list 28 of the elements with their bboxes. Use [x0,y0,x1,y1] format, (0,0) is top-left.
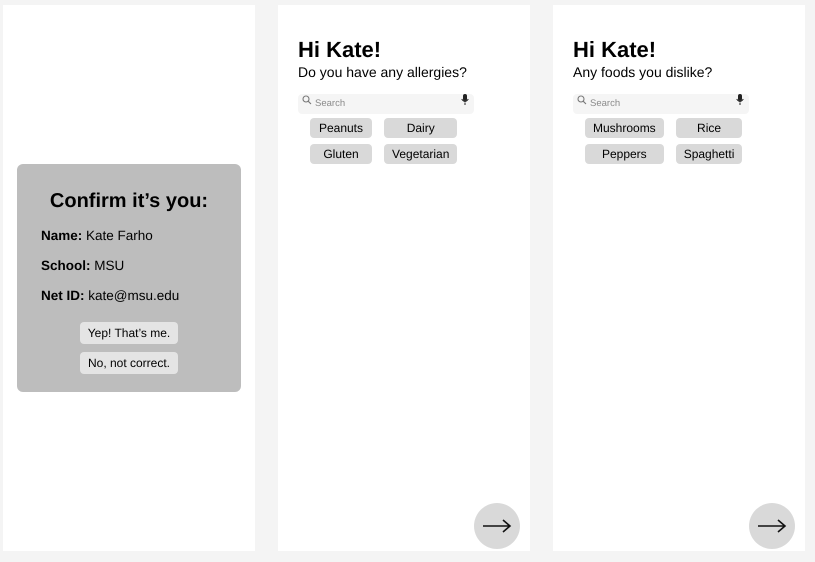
confirm-button[interactable]: No, not correct. [80,352,178,374]
microphone-icon[interactable] [461,94,469,105]
search-field[interactable]: Search [573,94,749,114]
microphone-icon[interactable] [736,94,744,105]
info-line: Net ID: kate@msu.edu [41,287,180,306]
next-button[interactable] [749,503,795,549]
food-chip[interactable]: Peanuts [310,118,372,138]
question-text: Any foods you dislike? [573,63,714,81]
food-chip[interactable]: Peppers [585,144,664,164]
food-chip[interactable]: Spaghetti [676,144,742,164]
info-line: School: MSU [41,256,126,275]
next-button[interactable] [474,503,520,549]
greeting: Hi Kate! [298,37,382,63]
search-icon [577,95,587,105]
search-icon [302,95,312,105]
confirm-button[interactable]: Yep! That’s me. [80,322,178,344]
food-chip[interactable]: Mushrooms [585,118,664,138]
food-chip[interactable]: Vegetarian [384,144,458,164]
food-chip[interactable]: Dairy [384,118,458,138]
confirm-title: Confirm it’s you: [48,188,210,214]
food-chip[interactable]: Rice [676,118,742,138]
search-field[interactable]: Search [298,94,474,114]
question-text: Do you have any allergies? [298,63,468,81]
arrow-right-icon [482,519,512,533]
arrow-right-icon [757,519,787,533]
greeting: Hi Kate! [573,37,658,63]
info-line: Name: Kate Farho [41,226,154,245]
food-chip[interactable]: Gluten [310,144,372,164]
